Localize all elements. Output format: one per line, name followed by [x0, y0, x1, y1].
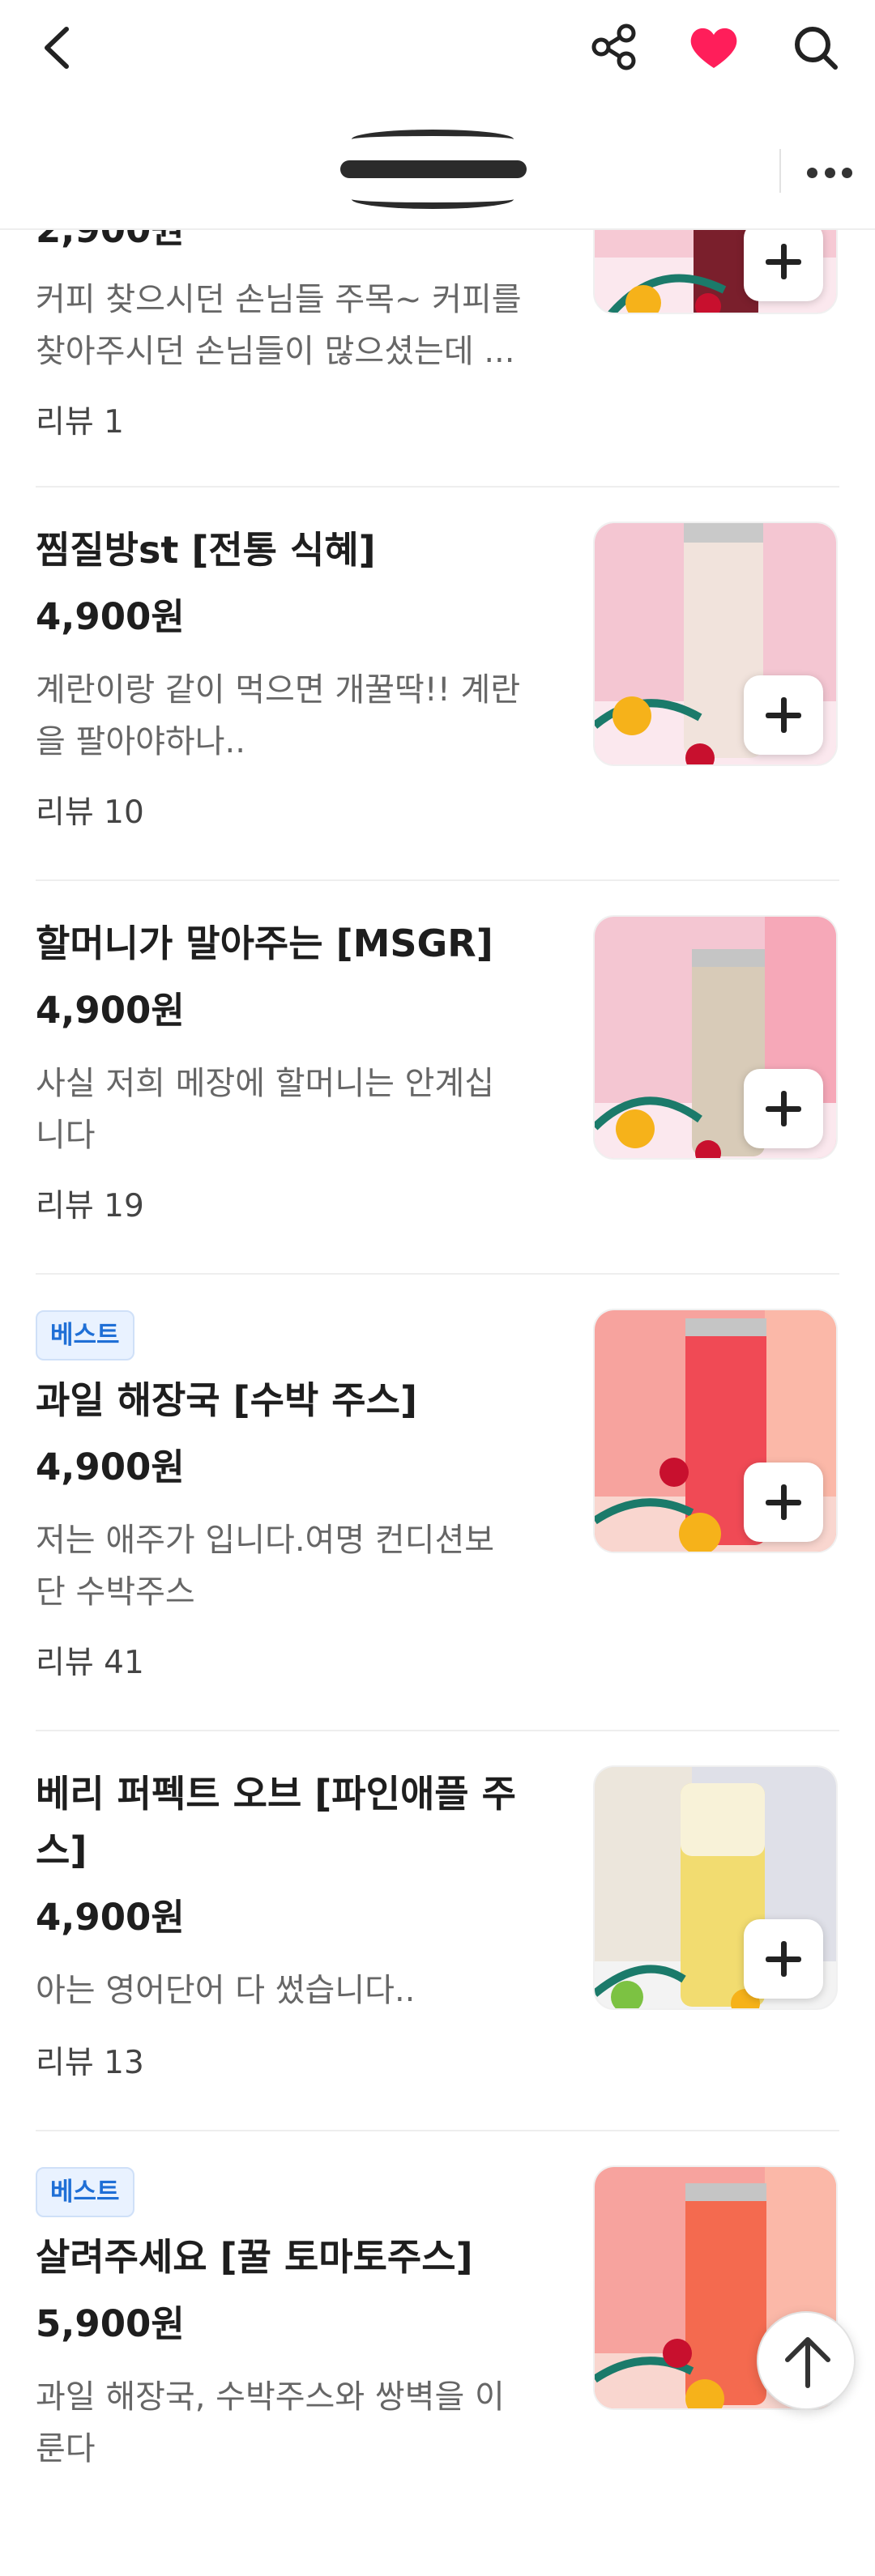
tab-pill-bar — [340, 160, 527, 178]
search-icon — [795, 27, 838, 70]
chevron-left-icon — [45, 27, 69, 69]
menu-item[interactable]: 베스트 과일 해장국 [수박 주스] 4,900원 저는 애주가 입니다.여명 … — [0, 1275, 875, 1731]
search-button[interactable] — [789, 21, 843, 75]
more-horizontal-icon — [807, 167, 817, 178]
item-review-count[interactable]: 리뷰 1 — [36, 400, 124, 445]
menu-list: 2,900원 커피 찾으시던 손님들 주목~ 커피를 찾아주시던 손님들이 많으… — [0, 0, 875, 2576]
item-name: 찜질방st [전통 식혜] — [36, 528, 376, 572]
item-name: 베리 퍼펙트 오브 [파인애플 주 스] — [36, 1772, 516, 1872]
item-review-count[interactable]: 리뷰 13 — [36, 2041, 144, 2086]
menu-item[interactable]: 할머니가 말아주는 [MSGR] 4,900원 사실 저희 메장에 할머니는 안… — [0, 881, 875, 1275]
item-description: 커피 찾으시던 손님들 주목~ 커피를 찾아주시던 손님들이 많으셨는데 ... — [36, 281, 522, 370]
menu-item[interactable]: 베스트 살려주세요 [꿀 토마토주스] 5,900원 과일 해장국, 수박주스와… — [0, 2131, 875, 2576]
add-to-cart-button[interactable] — [744, 1919, 823, 1999]
item-review-count[interactable]: 리뷰 19 — [36, 1184, 144, 1229]
menu-item[interactable]: 베리 퍼펙트 오브 [파인애플 주 스] 4,900원 아는 영어단어 다 썼습… — [0, 1731, 875, 2131]
scroll-to-top-button[interactable] — [757, 2311, 856, 2410]
add-to-cart-button[interactable] — [744, 1463, 823, 1542]
item-description: 아는 영어단어 다 썼습니다.. — [36, 1972, 416, 2009]
item-description: 계란이랑 같이 먹으면 개꿀딱!! 계란 을 팔아야하나.. — [36, 671, 521, 760]
divider — [779, 149, 781, 193]
more-categories-button[interactable] — [802, 160, 857, 185]
item-price: 4,900원 — [36, 989, 185, 1032]
more-horizontal-icon — [842, 167, 852, 178]
more-horizontal-icon — [824, 167, 835, 178]
add-to-cart-button[interactable] — [744, 222, 823, 301]
tab-pill-edge — [352, 130, 514, 149]
item-price: 4,900원 — [36, 1446, 185, 1488]
item-name: 할머니가 말아주는 [MSGR] — [36, 922, 493, 965]
best-badge: 베스트 — [36, 2167, 134, 2217]
item-name: 과일 해장국 [수박 주스] — [36, 1378, 417, 1422]
top-app-bar — [0, 0, 875, 96]
arrow-up-icon — [785, 2337, 830, 2388]
item-name: 살려주세요 [꿀 토마토주스] — [36, 2235, 473, 2279]
add-to-cart-button[interactable] — [744, 1069, 823, 1148]
item-description: 저는 애주가 입니다.여명 컨디션보 단 수박주스 — [36, 1522, 495, 1611]
item-review-count[interactable]: 리뷰 10 — [36, 790, 144, 836]
share-icon — [591, 23, 636, 70]
item-description: 사실 저희 메장에 할머니는 안계십 니다 — [36, 1065, 495, 1154]
menu-item[interactable]: 찜질방st [전통 식혜] 4,900원 계란이랑 같이 먹으면 개꿀딱!! 계… — [0, 488, 875, 881]
item-price: 4,900원 — [36, 1896, 185, 1939]
item-price: 4,900원 — [36, 595, 185, 638]
add-to-cart-button[interactable] — [744, 675, 823, 755]
back-button[interactable] — [36, 21, 81, 75]
category-tab-bar — [0, 96, 875, 230]
selected-category-tab[interactable] — [340, 130, 527, 209]
best-badge: 베스트 — [36, 1310, 134, 1360]
item-description: 과일 해장국, 수박주스와 쌍벽을 이 룬다 — [36, 2378, 505, 2467]
item-review-count[interactable]: 리뷰 41 — [36, 1641, 144, 1686]
tab-pill-edge — [352, 189, 514, 209]
heart-filled-icon — [690, 28, 737, 68]
share-button[interactable] — [590, 23, 638, 71]
favorite-button[interactable] — [687, 23, 741, 73]
item-price: 5,900원 — [36, 2302, 185, 2345]
